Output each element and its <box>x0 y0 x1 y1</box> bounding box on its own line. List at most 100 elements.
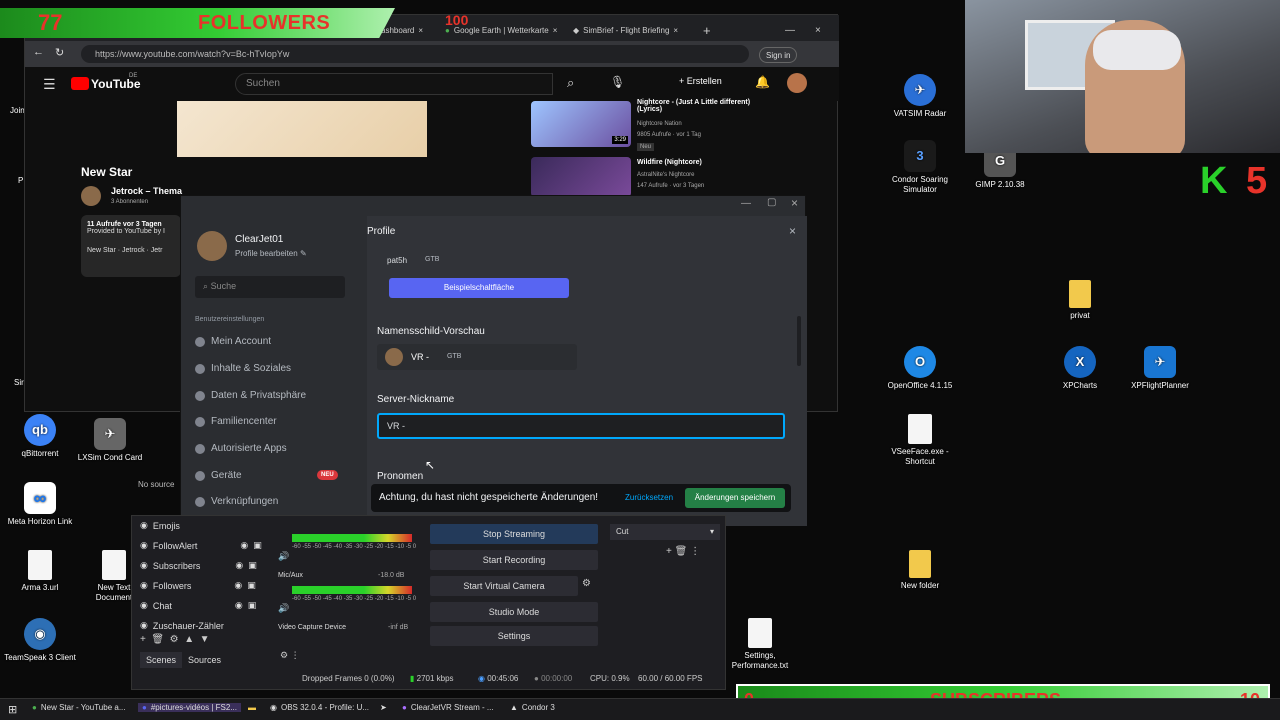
search-icon[interactable]: ⌕ <box>567 75 574 91</box>
close-icon[interactable]: × <box>553 26 558 35</box>
lxsim-icon[interactable]: ✈ LXSim Cond Card <box>68 418 152 463</box>
close-window-button[interactable]: × <box>815 19 821 41</box>
lock-icon[interactable]: ▣ <box>248 600 257 611</box>
privat-folder-icon[interactable]: privat <box>1040 280 1120 321</box>
reset-button[interactable]: Zurücksetzen <box>625 493 673 502</box>
speaker-icon[interactable]: 🔊 <box>278 551 289 562</box>
menu-icon[interactable]: ☰ <box>43 76 56 93</box>
microphone-icon[interactable]: 🎙 <box>610 75 625 89</box>
teamspeak-icon[interactable]: ◉ TeamSpeak 3 Client <box>0 618 80 663</box>
trash-icon[interactable]: 🗑 <box>675 546 688 557</box>
start-recording-button[interactable]: Start Recording <box>430 550 598 570</box>
audio-settings-icon[interactable]: ⚙ ⋮ <box>280 650 300 661</box>
back-icon[interactable]: ← <box>33 46 44 58</box>
maximize-button[interactable]: ▢ <box>767 197 776 208</box>
meta-horizon-link-icon[interactable]: ∞ Meta Horizon Link <box>0 482 80 527</box>
youtube-logo[interactable]: YouTube <box>91 77 141 91</box>
eye-icon[interactable]: ◉ <box>234 580 242 591</box>
edit-profile-link[interactable]: Profile bearbeiten ✎ <box>235 249 307 258</box>
content-scrollbar[interactable] <box>797 316 801 366</box>
example-button[interactable]: Beispielschaltfläche <box>389 278 569 298</box>
add-icon[interactable]: + <box>140 634 146 645</box>
close-window-button[interactable]: × <box>791 196 798 210</box>
chevron-down-icon[interactable]: ▼ <box>200 634 210 645</box>
nav-connections[interactable]: Verknüpfungen <box>195 496 278 507</box>
start-icon[interactable]: ⊞ <box>8 703 17 716</box>
start-virtual-camera-button[interactable]: Start Virtual Camera <box>430 576 578 596</box>
condor-icon[interactable]: 3 Condor Soaring Simulator <box>880 140 960 195</box>
xpflightplanner-icon[interactable]: ✈ XPFlightPlanner <box>1120 346 1200 391</box>
xpcharts-icon[interactable]: X XPCharts <box>1040 346 1120 391</box>
tab-sources[interactable]: Sources <box>182 652 227 668</box>
taskbar-item-youtube[interactable]: ● New Star - YouTube a... <box>32 703 125 712</box>
side-video-1-thumbnail[interactable]: 3:29 <box>531 101 631 147</box>
taskbar-send-icon[interactable]: ➤ <box>380 703 387 712</box>
nav-authorized-apps[interactable]: Autorisierte Apps <box>195 443 287 454</box>
add-icon[interactable]: + <box>666 546 672 557</box>
vseeface-shortcut-icon[interactable]: VSeeFace.exe - Shortcut <box>880 414 960 467</box>
minimize-button[interactable]: — <box>785 19 795 41</box>
nav-devices[interactable]: Geräte <box>195 470 242 481</box>
taskbar-item-twitch[interactable]: ● ClearJetVR Stream - ... <box>402 703 494 712</box>
scene-viewer-counter[interactable]: ◉ Zuschauer-Zähler <box>140 620 224 631</box>
settings-button[interactable]: Settings <box>430 626 598 646</box>
nav-privacy[interactable]: Daten & Privatsphäre <box>195 390 306 401</box>
tab-simbrief[interactable]: ◆ SimBrief - Flight Briefing × <box>573 19 678 41</box>
lock-icon[interactable]: ▣ <box>248 560 257 571</box>
create-button[interactable]: + Erstellen <box>679 76 722 86</box>
url-bar[interactable]: https://www.youtube.com/watch?v=Bc-hTvIo… <box>81 45 749 63</box>
new-tab-button[interactable]: + <box>703 19 711 41</box>
taskbar-folder-icon[interactable]: ▬ <box>248 703 256 712</box>
avatar[interactable] <box>787 73 807 93</box>
minimize-button[interactable]: — <box>741 198 751 209</box>
nav-family-center[interactable]: Familiencenter <box>195 416 277 427</box>
arma3-url-icon[interactable]: Arma 3.url <box>0 550 80 593</box>
eye-icon[interactable]: ◉ <box>240 540 248 551</box>
side-video-2-thumbnail[interactable] <box>531 157 631 197</box>
scene-emojis[interactable]: ◉ Emojis <box>140 520 180 531</box>
settings-performance-txt-icon[interactable]: Settings, Performance.txt <box>720 618 800 671</box>
scene-chat[interactable]: ◉ Chat ◉ ▣ <box>140 600 256 611</box>
speaker-icon[interactable]: 🔊 <box>278 603 289 614</box>
more-icon[interactable]: ⋮ <box>690 546 700 557</box>
server-nickname-input[interactable]: VR - <box>377 413 785 439</box>
nav-my-account[interactable]: Mein Account <box>195 336 271 347</box>
video-player[interactable] <box>177 101 427 157</box>
chevron-up-icon[interactable]: ▲ <box>184 634 194 645</box>
taskbar-item-obs[interactable]: ◉ OBS 32.0.4 - Profile: U... <box>270 703 369 712</box>
stop-streaming-button[interactable]: Stop Streaming <box>430 524 598 544</box>
signin-button[interactable]: Sign in <box>759 47 798 63</box>
eye-icon[interactable]: ◉ <box>235 560 243 571</box>
lock-icon[interactable]: ▣ <box>247 580 256 591</box>
side-video-1-title[interactable]: Nightcore - (Just A Little different) (L… <box>637 99 757 113</box>
transition-select[interactable]: Cut ▾ <box>610 524 720 540</box>
scene-subscribers[interactable]: ◉ Subscribers ◉ ▣ <box>140 560 257 571</box>
studio-mode-button[interactable]: Studio Mode <box>430 602 598 622</box>
close-settings-button[interactable]: × <box>789 224 796 238</box>
close-icon[interactable]: × <box>673 26 678 35</box>
gear-icon[interactable]: ⚙ <box>170 634 179 645</box>
channel-name[interactable]: Jetrock – Thema <box>111 186 182 196</box>
side-video-2-title[interactable]: Wildfire (Nightcore) <box>637 159 702 166</box>
eye-icon[interactable]: ◉ <box>235 600 243 611</box>
save-changes-button[interactable]: Änderungen speichern <box>685 488 785 508</box>
tab-scenes[interactable]: Scenes <box>140 652 183 668</box>
lock-icon[interactable]: ▣ <box>253 540 262 551</box>
reload-icon[interactable]: ↻ <box>55 46 64 59</box>
description-box[interactable]: 11 Aufrufe vor 3 Tagen Provided to YouTu… <box>81 215 181 277</box>
scene-followers[interactable]: ◉ Followers ◉ ▣ <box>140 580 256 591</box>
settings-search-input[interactable]: ⌕ Suche <box>195 276 345 298</box>
scene-followalert[interactable]: ◉ FollowAlert ◉ ▣ <box>140 540 262 551</box>
bell-icon[interactable]: 🔔 <box>755 75 770 89</box>
vatsim-radar-icon[interactable]: ✈ VATSIM Radar <box>880 74 960 119</box>
openoffice-icon[interactable]: O OpenOffice 4.1.15 <box>880 346 960 391</box>
youtube-search-input[interactable]: Suchen <box>235 73 553 95</box>
trash-icon[interactable]: 🗑 <box>151 634 164 645</box>
taskbar-item-condor[interactable]: ▲ Condor 3 <box>510 703 555 712</box>
channel-avatar[interactable] <box>81 186 101 206</box>
taskbar-item-discord[interactable]: ● #pictures-vidéos | FS2... <box>138 703 241 712</box>
close-icon[interactable]: × <box>418 26 423 35</box>
user-avatar[interactable] <box>197 231 227 261</box>
virtual-camera-gear-icon[interactable]: ⚙ <box>582 578 591 589</box>
new-folder-icon[interactable]: New folder <box>880 550 960 591</box>
